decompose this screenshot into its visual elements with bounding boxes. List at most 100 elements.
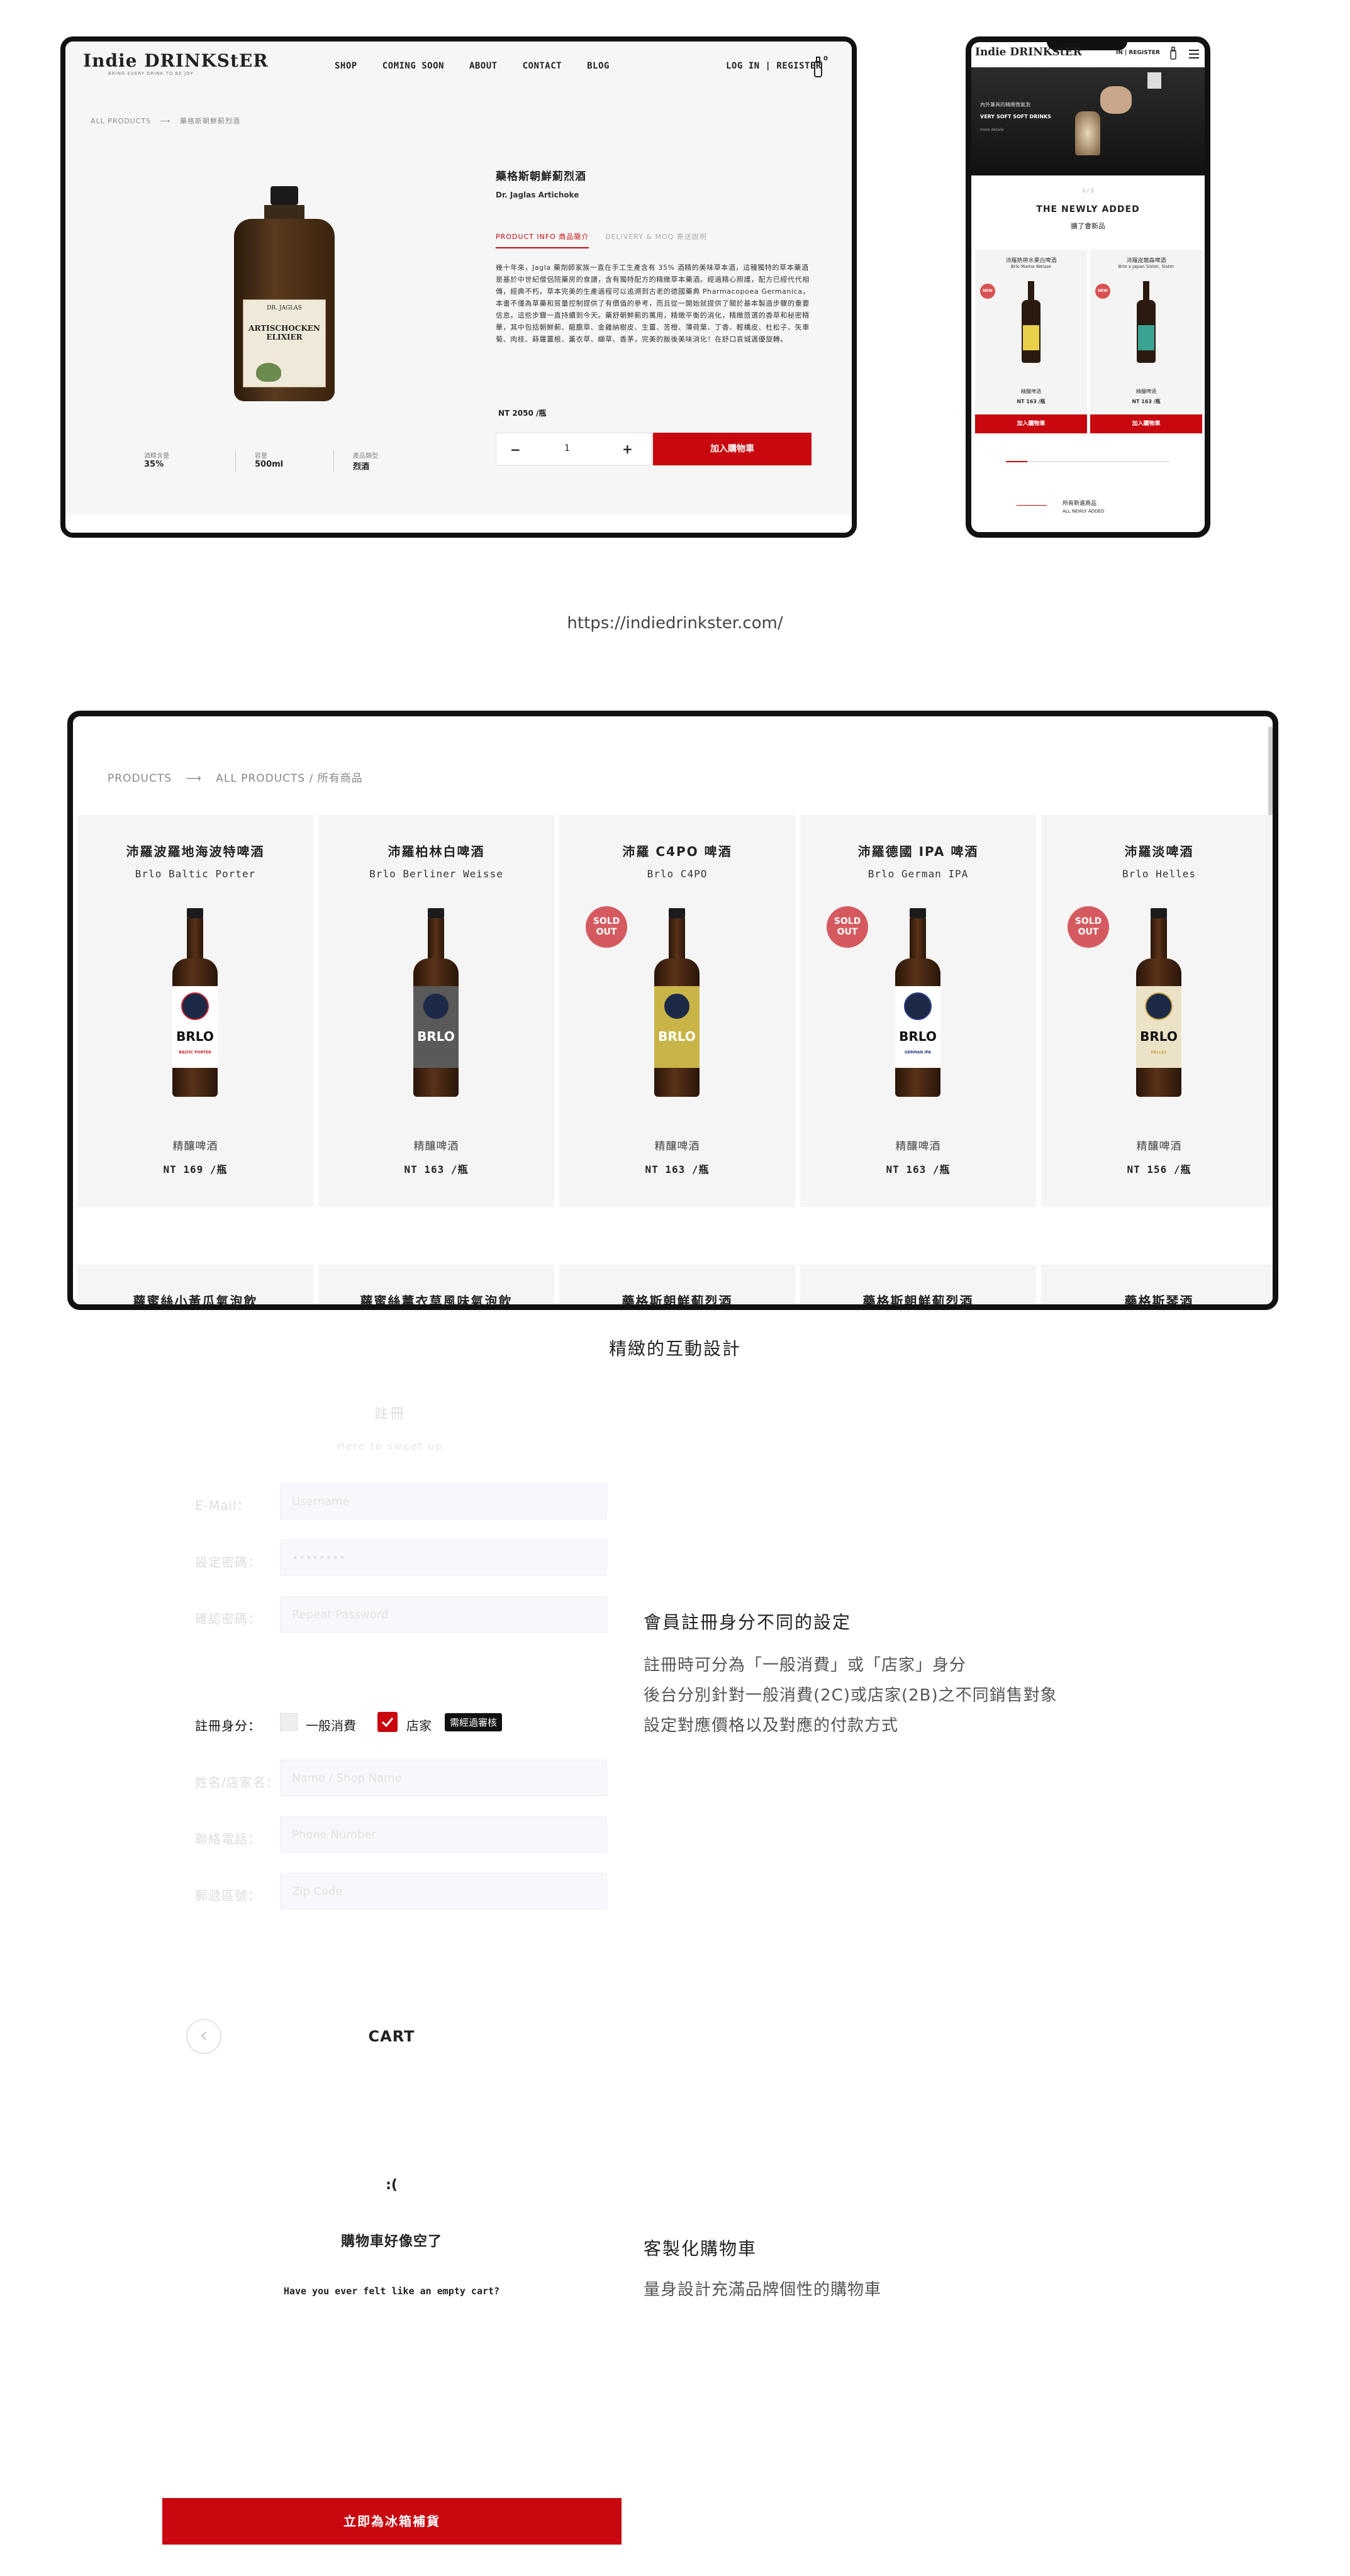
password-field[interactable]: •••••••• [280, 1540, 607, 1576]
see-all-zh[interactable]: 所有新進商品 [1063, 499, 1096, 507]
product-card[interactable]: 藥格斯朝鮮薊烈酒 [559, 1265, 795, 1309]
hero-more-link[interactable]: more details [980, 128, 1003, 132]
breadcrumb: ALL PRODUCTS ⟶ 藥格斯朝鮮薊烈酒 [91, 116, 240, 126]
confirm-password-field[interactable]: Repeat Password [280, 1596, 607, 1633]
page-footer-strip [65, 514, 852, 533]
beer-bottle-image: BRLO GERMAN IPA [895, 908, 940, 1097]
product-card[interactable]: 藥格斯琴酒 [1041, 1265, 1273, 1309]
site-url[interactable]: https://indiedrinkster.com/ [0, 614, 1350, 633]
qty-value[interactable]: 1 [564, 443, 570, 453]
cart-heading: 客製化購物車 [644, 2238, 757, 2259]
zip-field[interactable]: Zip Code [280, 1873, 607, 1909]
cart-icon[interactable]: 0 [812, 55, 828, 80]
mobile-product-card[interactable]: 沛羅熱帶水果白啤酒 Brlo Mama Weisse NEW 精釀啤酒 NT 1… [975, 250, 1087, 435]
mobile-cart-icon[interactable] [1169, 46, 1178, 62]
card-bottle-image [1137, 281, 1156, 363]
product-card[interactable]: 沛羅淡啤酒 Brlo Helles SOLD OUT BRLO HELLES 精釀啤酒 NT… [1041, 815, 1273, 1207]
mobile-login-link[interactable]: IN | REGISTER [1116, 50, 1160, 56]
add-to-cart-button[interactable]: 加入購物車 [653, 433, 812, 465]
label-line3: ELIXIER [266, 333, 303, 341]
tab-product-info[interactable]: PRODUCT INFO 商品簡介 [496, 231, 589, 248]
consumer-option-label[interactable]: 一般消費 [306, 1716, 356, 1734]
hero-banner[interactable]: 內外兼具的精緻微氣泡 VERY SOFT SOFT DRINKS more de… [971, 67, 1205, 175]
product-card[interactable]: 藥格斯朝鮮薊烈酒 [800, 1265, 1036, 1309]
mobile-product-card[interactable]: 沛羅皮爾森啤酒 Brlo x Japan Sister, Sister NEW … [1090, 250, 1202, 435]
mobile-logo[interactable]: Indie DRINKStER [975, 46, 1082, 58]
product-title: 藥格斯朝鮮薊烈酒 [496, 170, 586, 183]
identity-label: 註冊身分： [195, 1718, 261, 1733]
nav-coming-soon[interactable]: COMING SOON [382, 61, 444, 71]
card-name-zh: 藥格斯琴酒 [1124, 1294, 1194, 1309]
password-label: 設定密碼： [195, 1555, 261, 1570]
nav-about[interactable]: ABOUT [469, 61, 498, 71]
nav-contact[interactable]: CONTACT [523, 61, 562, 71]
consumer-checkbox[interactable] [280, 1713, 298, 1731]
slider-pager: 1 / 3 [1082, 188, 1094, 194]
card-name-zh: 蘿蜜絲薰衣草風味氣泡飲 [360, 1294, 513, 1309]
product-card[interactable]: 沛羅波羅地海波特啤酒 Brlo Baltic Porter BRLO BALTIC P… [77, 815, 313, 1207]
hamburger-icon[interactable] [1189, 50, 1199, 58]
add-to-cart-button[interactable]: 加入購物車 [975, 414, 1087, 433]
mobile-mockup: Indie DRINKStER IN | REGISTER 內外兼具的精緻微氣泡… [966, 36, 1210, 538]
card-category: 精釀啤酒 [1136, 389, 1156, 394]
card-price: NT 156 /瓶 [1127, 1163, 1191, 1175]
email-field[interactable]: Username [280, 1483, 607, 1519]
card-name-zh: 沛羅德國 IPA 啤酒 [857, 844, 979, 859]
shop-option-label[interactable]: 店家 [406, 1716, 432, 1734]
card-bottle-image [1022, 281, 1040, 363]
bottle-brand: BRLO [658, 1029, 696, 1044]
card-name-zh: 藥格斯朝鮮薊烈酒 [862, 1294, 974, 1309]
meta-value: 烈酒 [353, 462, 370, 472]
sold-out-badge: SOLD OUT [1068, 906, 1109, 948]
hero-line1: 內外兼具的精緻微氣泡 [980, 102, 1030, 108]
confirm-password-label: 確認密碼： [195, 1611, 261, 1626]
qty-minus-button[interactable]: − [510, 442, 521, 457]
nav-shop[interactable]: SHOP [335, 61, 357, 71]
quantity-stepper[interactable]: − 1 + [496, 433, 652, 465]
login-register-link[interactable]: LOG IN | REGISTER [726, 61, 822, 71]
breadcrumb-root[interactable]: ALL PRODUCTS [91, 117, 151, 125]
add-to-cart-button[interactable]: 加入購物車 [1090, 414, 1202, 433]
phone-label: 聯絡電話： [195, 1831, 261, 1846]
card-name-en: Brlo Mama Weisse [1010, 264, 1052, 269]
nav-blog[interactable]: BLOG [587, 61, 610, 71]
beer-bottle-image: BRLO C4PO [654, 908, 700, 1097]
phone-field[interactable]: Phone Number [280, 1816, 607, 1853]
card-name-en: Brlo German IPA [867, 868, 969, 880]
product-card[interactable]: 蘿蜜絲小黃瓜氣泡飲 [77, 1265, 313, 1304]
bottle-brand: BRLO [176, 1029, 214, 1044]
card-category: 精釀啤酒 [1021, 389, 1041, 394]
card-price: NT 163 /瓶 [645, 1163, 710, 1175]
hero-hand-image [1100, 86, 1132, 114]
carousel-scrollbar[interactable] [1006, 461, 1169, 462]
product-card[interactable]: 沛羅德國 IPA 啤酒 Brlo German IPA SOLD OUT BRLO GE… [800, 815, 1036, 1207]
meta-type: 產品類型 烈酒 [334, 450, 432, 472]
logo[interactable]: Indie DRINKStER BRING EVERY DRINK TO BE … [83, 50, 269, 76]
desktop-screen: Indie DRINKStER BRING EVERY DRINK TO BE … [65, 42, 852, 533]
hero-bottle-image [1147, 72, 1161, 89]
see-all-en[interactable]: ALL NEWLY ADDED [1063, 509, 1104, 514]
tab-delivery[interactable]: DELIVERY & MOQ 寄送說明 [605, 231, 707, 242]
card-name-en: Brlo Berliner Weisse [369, 868, 503, 880]
product-card[interactable]: 沛羅柏林白啤酒 Brlo Berliner Weisse BRLO BERLINER … [318, 815, 554, 1207]
name-label: 姓名/店家名： [195, 1775, 279, 1790]
label-line2: ARTISCHOCKEN [248, 324, 320, 333]
breadcrumb-root[interactable]: PRODUCTS [108, 772, 172, 785]
arrow-right-icon: ⟶ [186, 772, 202, 785]
confirm-password-placeholder: Repeat Password [292, 1608, 389, 1621]
meta-volume: 容量 500ml [236, 450, 334, 472]
card-name-zh: 沛羅淡啤酒 [1124, 844, 1194, 859]
restock-button[interactable]: 立即為冰箱補貨 [162, 2498, 622, 2545]
product-card[interactable]: 沛羅 C4PO 啤酒 Brlo C4PO SOLD OUT BRLO C4PO 精釀啤酒 N… [559, 815, 795, 1207]
beer-bottle-image: BRLO BERLINER WEISSE [413, 908, 459, 1097]
arrow-right-icon[interactable] [1017, 505, 1047, 506]
name-field[interactable]: Name / Shop Name [280, 1760, 607, 1796]
shop-checkbox[interactable] [377, 1712, 398, 1732]
card-category: 精釀啤酒 [1136, 1140, 1182, 1153]
new-badge: NEW [980, 284, 995, 299]
sad-face: :( [386, 2177, 398, 2193]
breadcrumb-current: ALL PRODUCTS / 所有商品 [216, 772, 363, 785]
qty-plus-button[interactable]: + [622, 441, 633, 457]
product-card[interactable]: 蘿蜜絲薰衣草風味氣泡飲 [318, 1265, 554, 1309]
card-name-zh: 藥格斯朝鮮薊烈酒 [622, 1294, 733, 1309]
